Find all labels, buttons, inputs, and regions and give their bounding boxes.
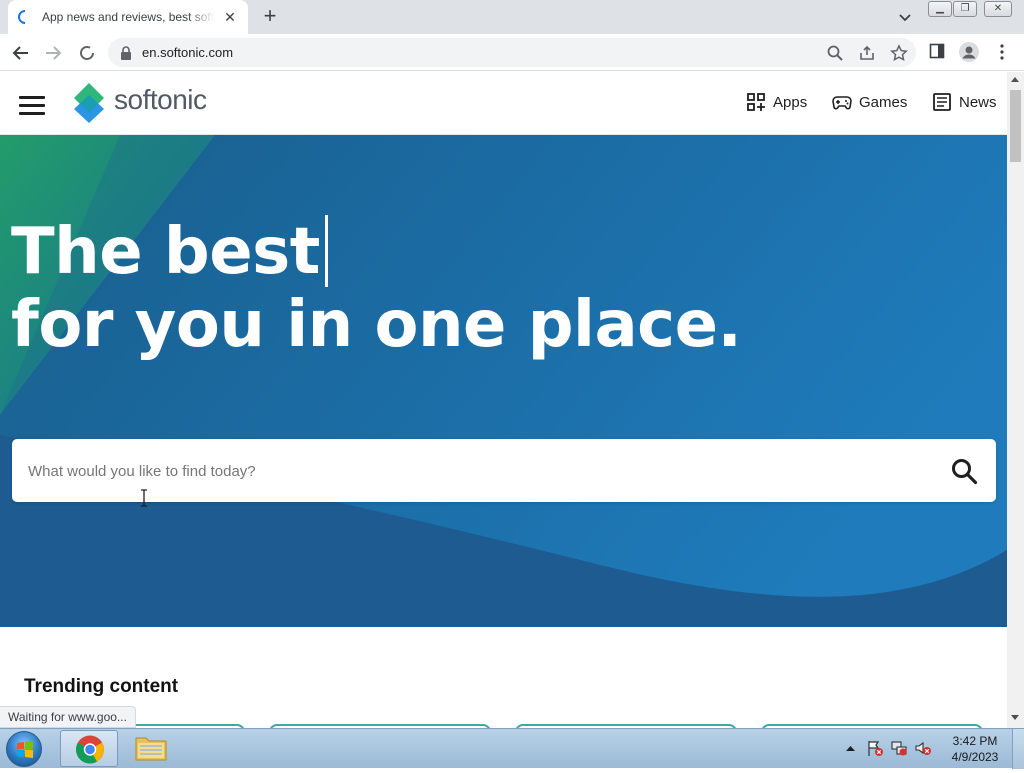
share-icon[interactable] [858,44,876,62]
tab-search-chevron-icon[interactable] [895,8,915,28]
nav-apps-label: Apps [773,93,808,111]
search-bar[interactable] [12,439,996,502]
hero-section: The best for you in one place. [0,135,1007,627]
bookmark-star-icon[interactable] [890,44,908,62]
site-header: softonic Apps Games News [0,72,1007,135]
nav-games-link[interactable]: Games [832,92,907,112]
start-button[interactable] [6,731,42,767]
apps-grid-icon [747,93,765,111]
new-tab-button[interactable]: + [258,5,282,29]
browser-menu-icon[interactable] [996,43,1008,61]
windows-taskbar: 3:42 PM 4/9/2023 [0,728,1024,769]
browser-toolbar: en.softonic.com [0,34,1024,71]
softonic-logo-icon[interactable] [70,81,108,125]
back-arrow-icon [12,46,28,60]
action-center-flag-icon[interactable] [866,739,884,757]
browser-tabstrip: App news and reviews, best software down… [0,0,1024,34]
side-panel-icon[interactable] [929,43,945,59]
scrollbar-thumb[interactable] [1010,90,1021,162]
close-window-button[interactable]: ✕ [984,1,1012,17]
search-icon[interactable] [950,457,978,485]
page-viewport: softonic Apps Games News The best for yo… [0,72,1007,728]
back-button[interactable] [8,40,34,66]
folder-icon [135,737,167,761]
status-bubble: Waiting for www.goo... [0,706,136,728]
loading-spinner-icon [15,7,35,27]
nav-apps-link[interactable]: Apps [746,92,807,112]
taskbar-chrome-button[interactable] [60,730,118,767]
scroll-down-arrow-icon[interactable] [1011,715,1019,720]
vertical-scrollbar[interactable] [1007,72,1024,728]
tab-title: App news and reviews, best software down… [42,10,214,24]
close-tab-icon[interactable]: ✕ [222,9,238,25]
network-icon[interactable] [890,739,908,757]
hero-headline-line2: for you in one place. [11,288,742,362]
gamepad-icon [832,96,852,110]
taskbar-clock[interactable]: 3:42 PM 4/9/2023 [940,733,1010,765]
text-cursor-icon [141,489,147,507]
hero-background [0,135,1007,627]
hero-headline-line1: The best [11,215,320,289]
lock-icon[interactable] [120,46,132,60]
loading-throbber-icon [80,46,94,60]
typing-caret [325,215,328,287]
nav-games-label: Games [859,93,908,111]
trending-heading: Trending content [24,676,179,697]
show-desktop-button[interactable] [1012,729,1024,769]
forward-arrow-icon [46,46,62,60]
zoom-search-icon[interactable] [826,44,844,62]
clock-date: 4/9/2023 [951,750,999,764]
nav-news-link[interactable]: News [932,92,997,112]
nav-news-label: News [959,93,997,111]
browser-tab[interactable]: App news and reviews, best software down… [8,0,248,34]
windows-logo-icon [17,741,33,758]
minimize-window-button[interactable]: ▁ [928,1,952,17]
scroll-up-arrow-icon[interactable] [1011,77,1019,82]
address-bar[interactable]: en.softonic.com [108,38,916,67]
search-input[interactable] [28,459,908,483]
restore-window-button[interactable]: ❐ [953,1,977,17]
stop-loading-button[interactable] [74,40,100,66]
forward-button[interactable] [40,40,66,66]
taskbar-explorer-button[interactable] [122,730,180,767]
profile-avatar-icon[interactable] [958,41,980,63]
chrome-icon [76,735,104,764]
hamburger-menu-icon[interactable] [19,96,45,115]
newspaper-icon [933,93,951,111]
url-text[interactable]: en.softonic.com [142,45,233,60]
clock-time: 3:42 PM [952,734,998,748]
logo-wordmark[interactable]: softonic [114,84,207,116]
show-hidden-icons-icon[interactable] [846,745,855,751]
volume-muted-icon[interactable] [914,739,932,757]
